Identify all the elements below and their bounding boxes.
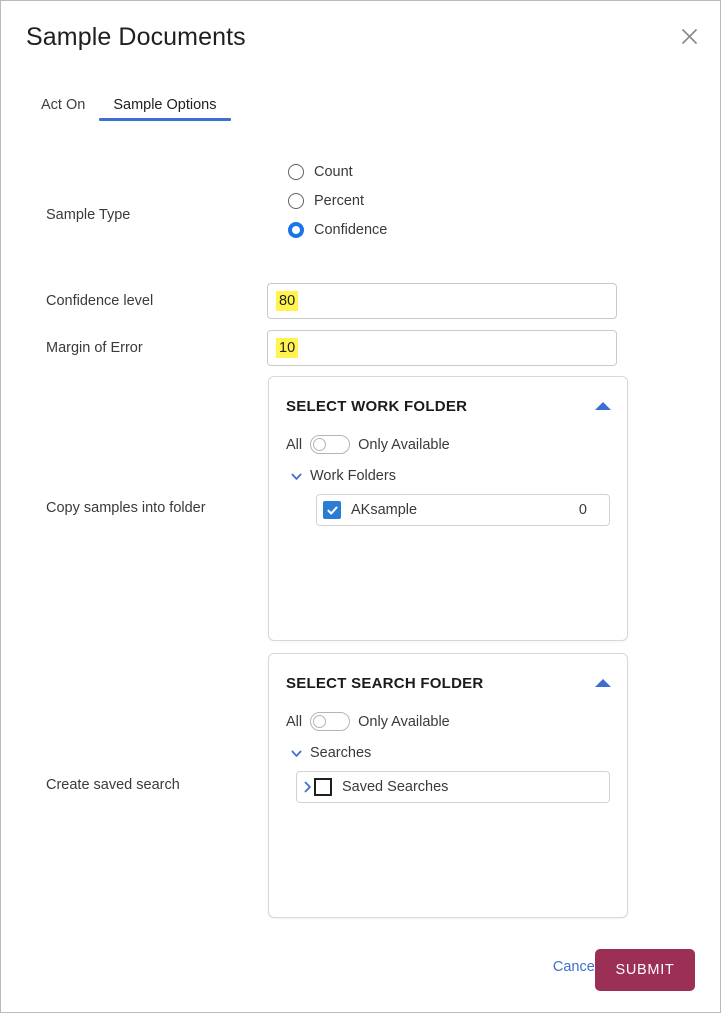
radio-percent[interactable]: Percent (288, 193, 387, 209)
submit-button[interactable]: SUBMIT (595, 949, 695, 991)
confidence-level-label: Confidence level (46, 293, 154, 309)
searches-tree-parent[interactable]: Searches (282, 745, 614, 761)
radio-percent-label: Percent (314, 193, 364, 209)
radio-circle-icon (288, 193, 304, 209)
caret-up-icon[interactable] (595, 402, 611, 410)
margin-of-error-value: 10 (276, 337, 299, 359)
tab-bar: Act On Sample Options (27, 89, 231, 121)
search-folder-item-label: Saved Searches (342, 779, 449, 795)
radio-circle-icon (288, 164, 304, 180)
sample-documents-dialog: Sample Documents Act On Sample Options S… (0, 0, 721, 1013)
search-folder-availability-toggle[interactable] (310, 712, 351, 731)
work-folder-item-aksample[interactable]: AKsample 0 (316, 494, 610, 526)
work-folder-item-count: 0 (578, 502, 587, 518)
confidence-level-input[interactable]: 80 (267, 283, 617, 319)
toggle-knob (313, 437, 327, 451)
radio-count[interactable]: Count (288, 164, 387, 180)
chevron-down-icon (291, 473, 302, 480)
close-icon[interactable] (672, 19, 706, 53)
search-folder-panel-header[interactable]: SELECT SEARCH FOLDER (282, 670, 614, 696)
sample-type-radio-group: Count Percent Confidence (288, 164, 387, 238)
search-folder-item-saved-searches[interactable]: Saved Searches (296, 771, 610, 803)
chevron-down-icon (291, 750, 302, 757)
work-folders-label: Work Folders (310, 468, 396, 484)
tab-act-on[interactable]: Act On (27, 97, 99, 121)
checkbox-unchecked-icon[interactable] (314, 778, 332, 796)
work-folders-tree-parent[interactable]: Work Folders (282, 468, 614, 484)
radio-selected-icon (288, 222, 304, 238)
copy-samples-into-folder-label: Copy samples into folder (46, 500, 206, 516)
work-folder-availability-toggle-row: All Only Available (282, 435, 614, 454)
work-folder-panel-header[interactable]: SELECT WORK FOLDER (282, 393, 614, 419)
search-folder-panel-title: SELECT SEARCH FOLDER (286, 674, 484, 692)
search-folder-availability-toggle-row: All Only Available (282, 712, 614, 731)
radio-count-label: Count (314, 164, 353, 180)
radio-confidence-label: Confidence (314, 222, 388, 238)
tab-sample-options[interactable]: Sample Options (99, 97, 231, 121)
select-search-folder-panel: SELECT SEARCH FOLDER All Only Available … (268, 653, 628, 918)
work-folder-item-label: AKsample (351, 502, 418, 518)
toggle-knob (313, 714, 327, 728)
margin-of-error-label: Margin of Error (46, 340, 143, 356)
confidence-level-value: 80 (276, 290, 299, 312)
cancel-button[interactable]: Cancel (553, 959, 598, 975)
page-title: Sample Documents (26, 23, 246, 51)
work-folder-availability-toggle[interactable] (310, 435, 351, 454)
caret-up-icon[interactable] (595, 679, 611, 687)
chevron-right-icon[interactable] (301, 780, 314, 794)
search-folder-toggle-only-available-label: Only Available (358, 713, 450, 730)
work-folder-toggle-only-available-label: Only Available (358, 436, 450, 453)
radio-confidence[interactable]: Confidence (288, 222, 387, 238)
margin-of-error-input[interactable]: 10 (267, 330, 617, 366)
sample-type-label: Sample Type (46, 207, 131, 223)
create-saved-search-label: Create saved search (46, 777, 180, 793)
searches-label: Searches (310, 745, 372, 761)
search-folder-toggle-all-label: All (286, 713, 303, 730)
work-folder-toggle-all-label: All (286, 436, 303, 453)
select-work-folder-panel: SELECT WORK FOLDER All Only Available Wo… (268, 376, 628, 641)
checkbox-checked-icon[interactable] (323, 501, 341, 519)
work-folder-panel-title: SELECT WORK FOLDER (286, 397, 468, 415)
